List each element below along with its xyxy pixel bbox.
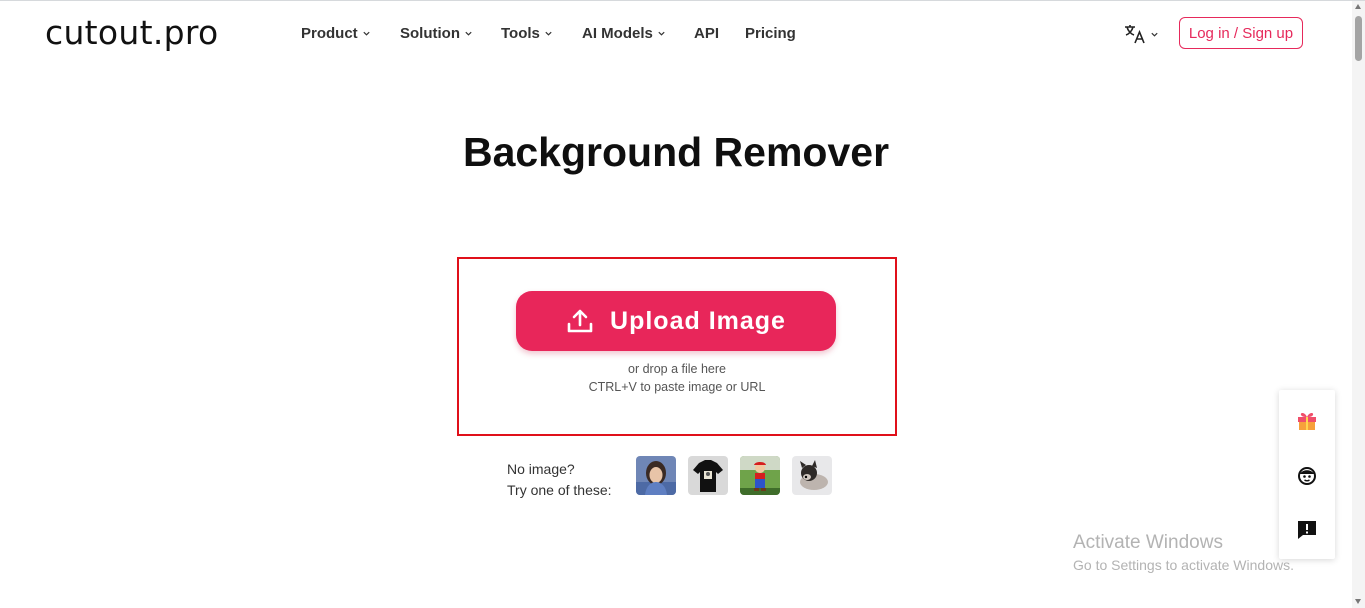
page-title: Background Remover (462, 129, 890, 175)
sample-tshirt[interactable] (688, 456, 728, 495)
nav-solution-label: Solution (400, 25, 460, 42)
nav-api[interactable]: API (694, 25, 719, 42)
upload-button-label: Upload Image (610, 306, 786, 335)
sample-girl[interactable] (636, 456, 676, 495)
nav-ai-models[interactable]: AI Models (582, 25, 666, 42)
chevron-down-icon (465, 31, 472, 36)
paste-hint: CTRL+V to paste image or URL (588, 380, 766, 394)
windows-activation-title: Activate Windows (1073, 532, 1223, 553)
drop-hint: or drop a file here (628, 362, 726, 376)
chevron-down-icon (363, 31, 370, 36)
floating-side-panel (1279, 390, 1335, 559)
nav-product[interactable]: Product (301, 25, 371, 42)
gift-icon[interactable] (1293, 406, 1321, 434)
chevron-down-icon (1151, 32, 1158, 37)
sample-prompt-line2: Try one of these: (507, 482, 612, 498)
scrollbar-thumb[interactable] (1355, 16, 1362, 61)
language-selector[interactable] (1123, 22, 1159, 46)
scroll-up-arrow[interactable] (1355, 4, 1361, 9)
logo[interactable]: cutout.pro (45, 13, 219, 52)
scroll-down-arrow[interactable] (1355, 599, 1361, 604)
upload-image-button[interactable]: Upload Image (516, 291, 836, 351)
nav-pricing[interactable]: Pricing (745, 25, 796, 42)
windows-activation-subtitle: Go to Settings to activate Windows. (1073, 557, 1294, 573)
nav-tools[interactable]: Tools (501, 25, 553, 42)
page-scrollbar[interactable] (1352, 1, 1365, 608)
chevron-down-icon (545, 31, 552, 36)
translate-icon (1125, 25, 1145, 44)
support-agent-icon[interactable] (1293, 462, 1321, 490)
sample-mario[interactable] (740, 456, 780, 495)
nav-pricing-label: Pricing (745, 25, 796, 42)
login-signup-button[interactable]: Log in / Sign up (1179, 17, 1303, 49)
feedback-icon[interactable] (1293, 516, 1321, 544)
nav-solution[interactable]: Solution (400, 25, 473, 42)
nav-api-label: API (694, 25, 720, 42)
chevron-down-icon (658, 31, 665, 36)
nav-product-label: Product (301, 25, 358, 42)
nav-tools-label: Tools (501, 25, 540, 42)
upload-icon (567, 309, 593, 333)
sample-prompt-line1: No image? (507, 461, 575, 477)
nav-ai-models-label: AI Models (582, 25, 653, 42)
sample-puppy[interactable] (792, 456, 832, 495)
